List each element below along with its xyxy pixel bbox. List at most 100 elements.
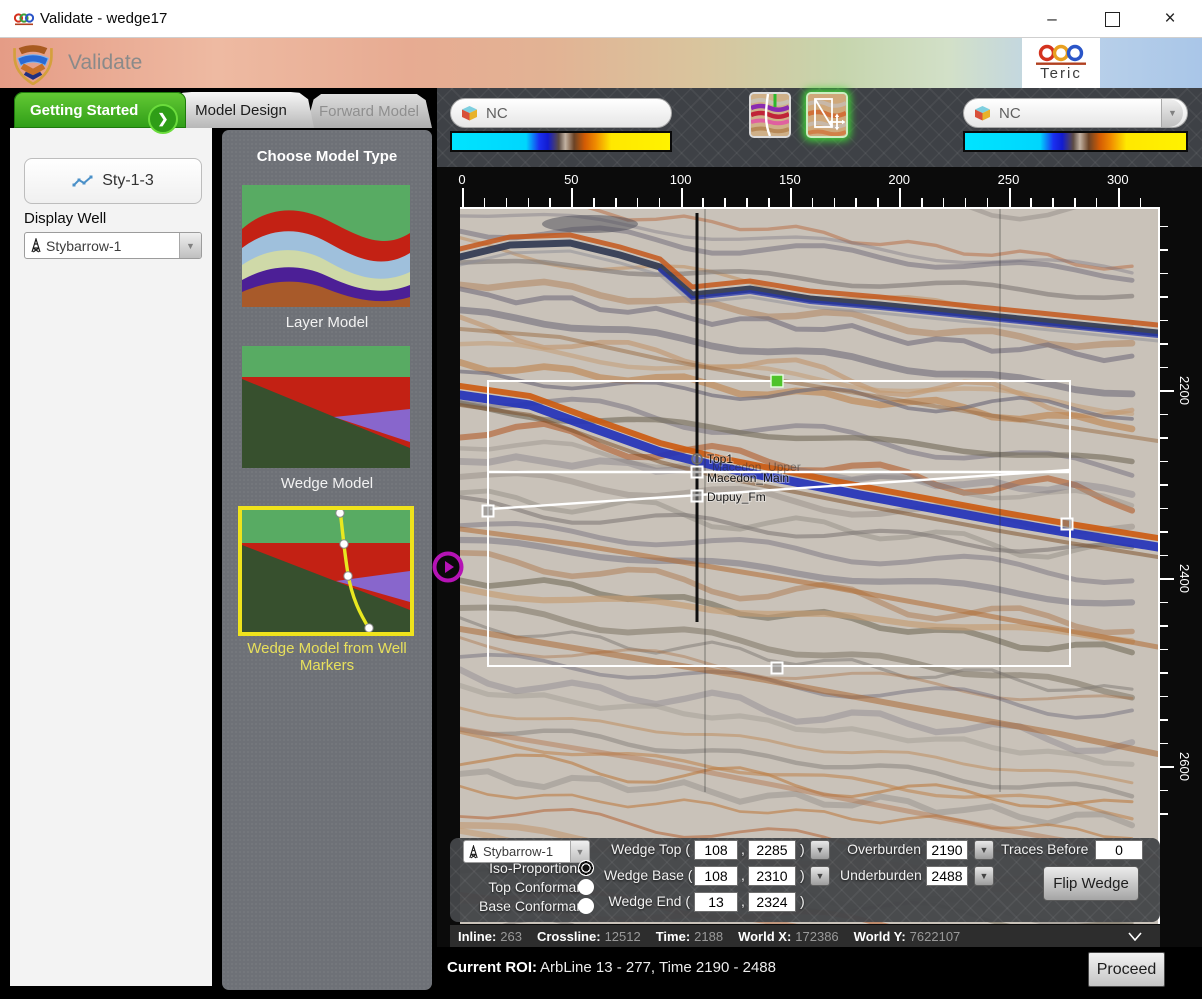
well-derrick-icon <box>468 845 479 859</box>
status-value: 12512 <box>605 929 641 944</box>
well-derrick-icon <box>30 238 42 253</box>
separator: , <box>741 893 745 909</box>
proceed-button[interactable]: Proceed <box>1088 952 1165 987</box>
wedge-end-label: Wedge End ( <box>604 893 690 909</box>
display-well-select[interactable]: Stybarrow-1 ▼ <box>24 232 202 259</box>
wedge-model-thumbnail[interactable] <box>242 346 410 468</box>
geoteric-app-icon <box>14 11 34 27</box>
display-well-label: Display Well <box>24 210 106 227</box>
layer-model-thumbnail[interactable] <box>242 185 410 307</box>
status-value: 172386 <box>795 929 838 944</box>
layer-model-label: Layer Model <box>222 314 432 331</box>
time-ruler: 220024002600 <box>1160 207 1202 858</box>
app-header: Validate Teric <box>0 38 1202 88</box>
left-colormap-select[interactable]: NC <box>450 98 672 128</box>
roi-overlay: Top1 Macedon_Upper Macedon_Main Dupuy_Fm <box>460 209 1158 924</box>
next-step-chevron-icon[interactable]: ❯ <box>148 104 178 134</box>
status-label: Time: <box>656 929 690 944</box>
wedge-base-x-input[interactable] <box>694 866 738 886</box>
status-value: 7622107 <box>910 929 961 944</box>
wedge-well-value: Stybarrow-1 <box>483 844 553 859</box>
status-label: World Y: <box>854 929 906 944</box>
seismic-viewer-area: NC <box>437 88 1202 947</box>
geoteric-rings-icon <box>1034 44 1088 66</box>
wedge-end-handle[interactable] <box>483 506 494 517</box>
roi-top-handle[interactable] <box>771 375 783 387</box>
roi-rectangle[interactable] <box>488 381 1070 666</box>
left-colormap-name: NC <box>486 105 508 122</box>
radio-label-iso: Iso-Proportional <box>489 860 588 876</box>
panel-expander-handle[interactable] <box>431 550 465 584</box>
overburden-spinner[interactable]: ▼ <box>974 840 994 860</box>
well-view-tool-button[interactable] <box>749 92 791 138</box>
tab-model-design[interactable]: Model Design <box>168 92 314 128</box>
marker-label-macedon: Macedon_Main <box>707 471 789 485</box>
underburden-spinner[interactable]: ▼ <box>974 866 994 886</box>
current-roi-label: Current ROI: <box>447 959 537 976</box>
underburden-input[interactable] <box>926 866 968 886</box>
underburden-label: Underburden <box>840 867 921 883</box>
wedge-model-label: Wedge Model <box>222 475 432 492</box>
wedge-top-x-input[interactable] <box>694 840 738 860</box>
chevron-down-icon[interactable]: ▼ <box>1161 99 1183 127</box>
roi-move-tool-button[interactable] <box>806 92 848 138</box>
chevron-down-icon[interactable]: ▼ <box>570 841 589 862</box>
well-view-tool-icon <box>751 94 789 136</box>
status-label: World X: <box>738 929 791 944</box>
model-panel-title: Choose Model Type <box>222 148 432 165</box>
maximize-button[interactable] <box>1092 0 1132 38</box>
tab-bar: Forward Model Model Design Getting Start… <box>0 88 437 128</box>
radio-label-base-conformant: Base Conformant <box>479 898 588 914</box>
overburden-input[interactable] <box>926 840 968 860</box>
top1-marker-icon[interactable] <box>692 454 702 464</box>
app-window: Validate - wedge17 – × Validate Teric <box>0 0 1202 999</box>
macedon-marker-handle[interactable] <box>692 467 703 478</box>
wedge-top-time-input[interactable] <box>748 840 796 860</box>
wedge-base-spinner[interactable]: ▼ <box>810 866 830 886</box>
separator: , <box>741 867 745 883</box>
radio-base-conformant[interactable] <box>578 898 594 914</box>
wedge-top-label: Wedge Top ( <box>604 841 690 857</box>
seismic-section[interactable]: Top1 Macedon_Upper Macedon_Main Dupuy_Fm <box>460 207 1160 924</box>
marker-label-dupuy: Dupuy_Fm <box>707 490 766 504</box>
wedge-top-spinner[interactable]: ▼ <box>810 840 830 860</box>
wedge-base-time-input[interactable] <box>748 866 796 886</box>
cursor-status-bar: Inline:263 Crossline:12512 Time:2188 Wor… <box>450 925 1160 947</box>
status-label: Crossline: <box>537 929 601 944</box>
roi-right-handle[interactable] <box>1062 519 1073 530</box>
right-colormap-name: NC <box>999 105 1021 122</box>
maximize-icon <box>1105 12 1120 27</box>
well-picks-button[interactable]: Sty-1-3 <box>24 158 202 204</box>
current-roi-bar: Current ROI: ArbLine 13 - 277, Time 2190… <box>437 947 1202 999</box>
separator: , <box>741 841 745 857</box>
window-title-bar: Validate - wedge17 – × <box>0 0 1202 38</box>
wedge-model-art <box>242 346 410 468</box>
close-paren: ) <box>800 893 805 909</box>
app-name: Validate <box>68 38 142 88</box>
geoteric-logo: Teric <box>1022 38 1100 88</box>
wedge-end-time-input[interactable] <box>748 892 796 912</box>
collapse-chevron-icon[interactable] <box>1128 932 1142 941</box>
flip-wedge-button[interactable]: Flip Wedge <box>1043 866 1139 901</box>
wedge-end-x-input[interactable] <box>694 892 738 912</box>
wedge-from-markers-thumbnail[interactable] <box>238 506 414 636</box>
crossplot-icon <box>72 174 94 188</box>
roi-bottom-handle[interactable] <box>772 663 783 674</box>
radio-top-conformant[interactable] <box>578 879 594 895</box>
tab-forward-model[interactable]: Forward Model <box>306 94 432 128</box>
close-button[interactable]: × <box>1150 0 1190 38</box>
status-label: Inline: <box>458 929 496 944</box>
right-colorbar[interactable] <box>963 131 1188 152</box>
radio-label-top-conformant: Top Conformant <box>488 879 588 895</box>
minimize-button[interactable]: – <box>1032 0 1072 38</box>
radio-iso-proportional[interactable] <box>578 860 594 876</box>
traces-before-input[interactable] <box>1095 840 1143 860</box>
dupuy-marker-handle[interactable] <box>692 491 703 502</box>
traces-before-label: Traces Before <box>1001 841 1088 857</box>
left-colorbar[interactable] <box>450 131 672 152</box>
wedge-from-markers-art <box>242 510 410 632</box>
right-colormap-select[interactable]: NC ▼ <box>963 98 1188 128</box>
validate-shield-icon <box>10 42 56 85</box>
close-paren: ) <box>800 867 805 883</box>
chevron-down-icon[interactable]: ▼ <box>179 233 201 258</box>
